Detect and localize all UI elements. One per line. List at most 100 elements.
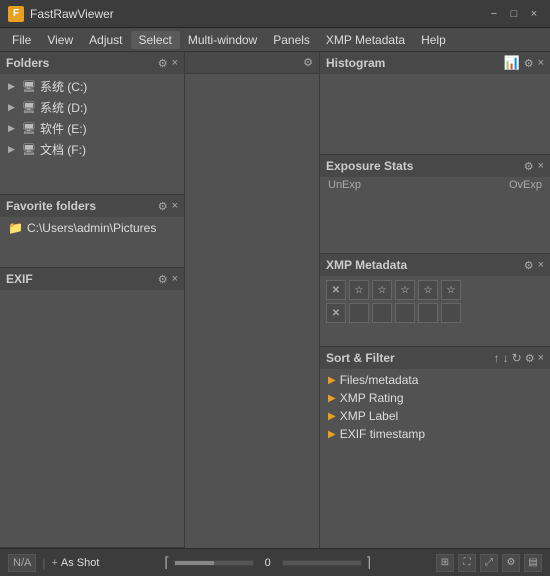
status-left: N/A | + As Shot: [8, 554, 99, 572]
sort-filter-icons: ↑ ↓ ↻: [494, 351, 544, 365]
exposure-section: Exposure Stats UnExp OvExp: [320, 155, 550, 254]
folder-item-f[interactable]: 🖥 文档 (F:): [0, 139, 184, 160]
xmp-gear-icon[interactable]: [524, 259, 534, 272]
fav-item-pictures[interactable]: 📁 C:\Users\admin\Pictures: [0, 219, 184, 237]
exposure-close-icon[interactable]: [538, 160, 544, 172]
sort-filter-section: Sort & Filter ↑ ↓ ↻ ▶ Files/metadata ▶ X…: [320, 347, 550, 548]
status-expand-btn[interactable]: ⤢: [480, 554, 498, 572]
status-number: 0: [258, 557, 278, 569]
menu-panels[interactable]: Panels: [265, 31, 318, 49]
folder-item-e[interactable]: 🖥 软件 (E:): [0, 118, 184, 139]
favorite-folders-header: Favorite folders: [0, 195, 184, 217]
fav-gear-icon[interactable]: [158, 200, 168, 213]
xmp-cell-star5[interactable]: ☆: [441, 280, 461, 300]
exposure-gear-icon[interactable]: [524, 160, 534, 173]
sort-item-rating-label: XMP Rating: [340, 391, 404, 405]
status-right: ⊞ ⛶ ⤢ ⚙ ▤: [436, 554, 542, 572]
xmp-cell-b3[interactable]: [395, 303, 415, 323]
status-grid-btn[interactable]: ⊞: [436, 554, 454, 572]
status-bar: N/A | + As Shot ⌈ 0 ⌉ ⊞ ⛶ ⤢ ⚙ ▤: [0, 548, 550, 576]
folder-arrow-d: [8, 102, 18, 113]
status-na: N/A: [8, 554, 36, 572]
sort-desc-icon[interactable]: ↓: [503, 351, 509, 365]
folder-name-f: 文档 (F:): [40, 141, 86, 158]
menu-multiwindow[interactable]: Multi-window: [180, 31, 265, 49]
xmp-header: XMP Metadata: [320, 254, 550, 276]
xmp-cell-b2[interactable]: [372, 303, 392, 323]
xmp-cell-b1[interactable]: [349, 303, 369, 323]
histogram-header: Histogram 📊: [320, 52, 550, 74]
histogram-section: Histogram 📊: [320, 52, 550, 155]
xmp-cell-b4[interactable]: [418, 303, 438, 323]
folders-header-icons: [158, 57, 178, 70]
menu-help[interactable]: Help: [413, 31, 454, 49]
xmp-close-icon[interactable]: [538, 259, 544, 271]
sort-filter-title: Sort & Filter: [326, 351, 395, 365]
status-separator: |: [42, 556, 45, 570]
overexposed-label: OvExp: [509, 179, 542, 191]
close-button[interactable]: ×: [526, 6, 542, 22]
folders-gear-icon[interactable]: [158, 57, 168, 70]
status-settings-btn[interactable]: ⚙: [502, 554, 520, 572]
maximize-button[interactable]: □: [506, 6, 522, 22]
folders-close-icon[interactable]: [172, 57, 178, 69]
main-layout: Folders 🖥 系统 (C:) 🖥 系统 (D:): [0, 52, 550, 548]
exposure-labels: UnExp OvExp: [320, 177, 550, 193]
sort-gear-icon[interactable]: [525, 352, 535, 365]
sort-asc-icon[interactable]: ↑: [494, 351, 500, 365]
xmp-cell-star3[interactable]: ☆: [395, 280, 415, 300]
sort-close-icon[interactable]: [538, 352, 544, 364]
xmp-cell-star4[interactable]: ☆: [418, 280, 438, 300]
xmp-cell-star1[interactable]: ☆: [349, 280, 369, 300]
exif-close-icon[interactable]: [172, 273, 178, 285]
menu-adjust[interactable]: Adjust: [81, 31, 130, 49]
xmp-cell-x1[interactable]: ✕: [326, 280, 346, 300]
sort-item-files-arrow: ▶: [328, 375, 336, 386]
fav-close-icon[interactable]: [172, 200, 178, 212]
menu-xmp[interactable]: XMP Metadata: [318, 31, 413, 49]
sort-filter-header: Sort & Filter ↑ ↓ ↻: [320, 347, 550, 369]
status-fit-btn[interactable]: ⛶: [458, 554, 476, 572]
sort-item-rating[interactable]: ▶ XMP Rating: [320, 389, 550, 407]
folder-item-c[interactable]: 🖥 系统 (C:): [0, 76, 184, 97]
sort-refresh-icon[interactable]: ↻: [512, 351, 522, 365]
folder-item-d[interactable]: 🖥 系统 (D:): [0, 97, 184, 118]
fav-item-label: C:\Users\admin\Pictures: [27, 221, 156, 235]
sort-item-exif[interactable]: ▶ EXIF timestamp: [320, 425, 550, 443]
xmp-cell-star2[interactable]: ☆: [372, 280, 392, 300]
menu-select[interactable]: Select: [131, 31, 180, 49]
fav-header-icons: [158, 200, 178, 213]
histogram-chart-icon[interactable]: 📊: [504, 55, 520, 71]
exif-gear-icon[interactable]: [158, 273, 168, 286]
xmp-content: ✕ ☆ ☆ ☆ ☆ ☆ ✕: [320, 276, 550, 346]
status-middle: ⌈ 0 ⌉: [107, 554, 428, 571]
app-logo: F: [8, 6, 24, 22]
middle-panel: [185, 52, 320, 548]
sort-item-files[interactable]: ▶ Files/metadata: [320, 371, 550, 389]
middle-panel-header: [185, 52, 319, 74]
xmp-cell-x2[interactable]: ✕: [326, 303, 346, 323]
minimize-button[interactable]: −: [486, 6, 502, 22]
app-title: FastRawViewer: [30, 7, 114, 21]
sort-filter-content: ▶ Files/metadata ▶ XMP Rating ▶ XMP Labe…: [320, 369, 550, 445]
folder-icon-d: 🖥: [22, 101, 36, 114]
status-bracket-right[interactable]: ⌉: [366, 554, 371, 571]
xmp-header-icons: [524, 259, 544, 272]
folder-arrow-e: [8, 123, 18, 134]
status-bracket-left[interactable]: ⌈: [164, 554, 169, 571]
xmp-cell-b5[interactable]: [441, 303, 461, 323]
left-panel: Folders 🖥 系统 (C:) 🖥 系统 (D:): [0, 52, 185, 548]
menu-file[interactable]: File: [4, 31, 39, 49]
sort-item-exif-label: EXIF timestamp: [340, 427, 425, 441]
fav-folder-icon: 📁: [8, 221, 23, 235]
favorite-folders-title: Favorite folders: [6, 199, 96, 213]
sort-item-label[interactable]: ▶ XMP Label: [320, 407, 550, 425]
status-extra-btn[interactable]: ▤: [524, 554, 542, 572]
menu-bar: File View Adjust Select Multi-window Pan…: [0, 28, 550, 52]
histogram-close-icon[interactable]: [538, 57, 544, 69]
middle-gear-icon[interactable]: [303, 56, 313, 69]
sort-item-label-arrow: ▶: [328, 411, 336, 422]
menu-view[interactable]: View: [39, 31, 81, 49]
folder-name-c: 系统 (C:): [40, 78, 87, 95]
histogram-gear-icon[interactable]: [524, 57, 534, 70]
